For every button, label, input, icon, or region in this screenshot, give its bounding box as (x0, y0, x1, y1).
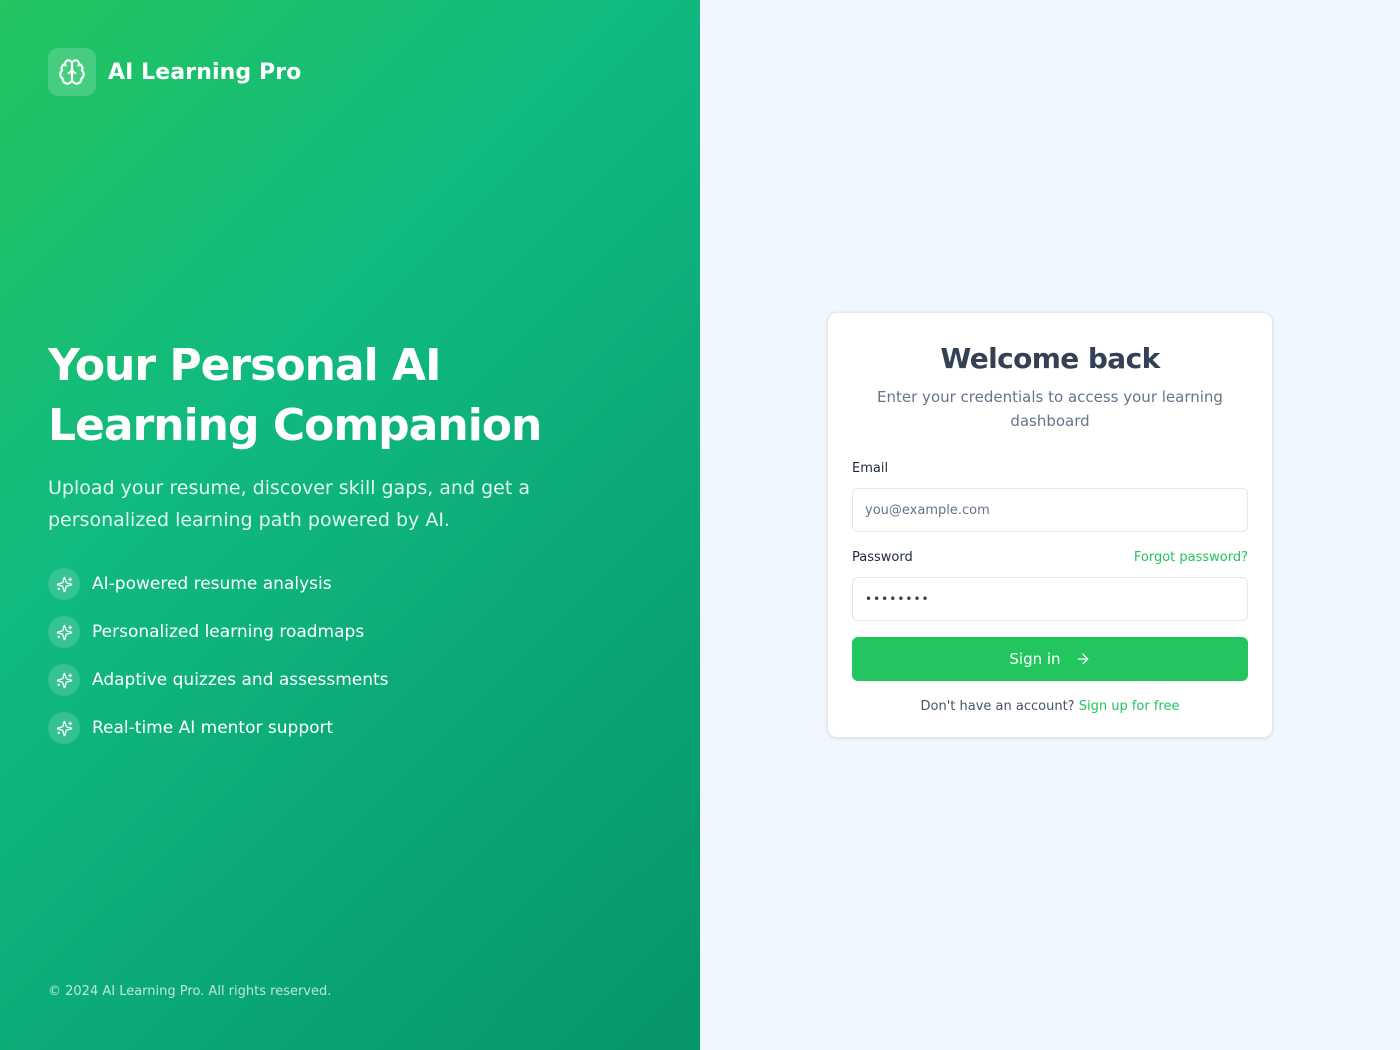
forgot-password-link[interactable]: Forgot password? (1134, 550, 1248, 565)
brand: AI Learning Pro (48, 48, 652, 96)
hero-title-line2: Learning Companion (48, 400, 542, 451)
email-label-row: Email (852, 461, 1248, 476)
brand-name: AI Learning Pro (108, 59, 302, 85)
feature-label: AI-powered resume analysis (92, 574, 332, 594)
login-title: Welcome back (940, 342, 1160, 375)
sign-in-label: Sign in (1009, 650, 1061, 668)
feature-item: Adaptive quizzes and assessments (48, 662, 389, 698)
brand-logo (48, 48, 96, 96)
feature-icon-badge (48, 616, 80, 648)
feature-icon-badge (48, 664, 80, 696)
feature-label: Real-time AI mentor support (92, 718, 334, 738)
copyright: © 2024 AI Learning Pro. All rights reser… (48, 984, 332, 999)
email-label: Email (852, 461, 889, 476)
password-label-row: Password Forgot password? (852, 550, 1248, 565)
password-input[interactable] (852, 577, 1248, 621)
sparkles-icon (56, 720, 72, 736)
feature-icon-badge (48, 568, 80, 600)
feature-label: Personalized learning roadmaps (92, 622, 365, 642)
email-input[interactable] (852, 488, 1248, 532)
sparkles-icon (56, 672, 72, 688)
feature-item: Personalized learning roadmaps (48, 614, 389, 650)
signup-link[interactable]: Sign up for free (1079, 699, 1180, 714)
hero-title-line1: Your Personal AI (48, 340, 441, 391)
sign-in-button[interactable]: Sign in (852, 637, 1248, 681)
auth-panel: Welcome back Enter your credentials to a… (700, 0, 1400, 1050)
hero-panel: AI Learning Pro Your Personal AI Learnin… (0, 0, 700, 1050)
password-label: Password (852, 550, 913, 565)
feature-list: AI-powered resume analysis Personalized … (48, 566, 389, 758)
hero-subtitle: Upload your resume, discover skill gaps,… (48, 477, 530, 531)
login-card: Welcome back Enter your credentials to a… (827, 312, 1273, 738)
sparkles-icon (56, 624, 72, 640)
signup-row: Don't have an account? Sign up for free (852, 699, 1248, 714)
feature-icon-badge (48, 712, 80, 744)
feature-item: Real-time AI mentor support (48, 710, 389, 746)
feature-item: AI-powered resume analysis (48, 566, 389, 602)
brain-icon (59, 59, 85, 85)
feature-label: Adaptive quizzes and assessments (92, 670, 389, 690)
arrow-right-icon (1077, 653, 1088, 665)
sparkles-icon (56, 576, 72, 592)
login-subtitle: Enter your credentials to access your le… (877, 388, 1223, 430)
hero-title: Your Personal AI Learning Companion (48, 336, 648, 456)
signup-prompt: Don't have an account? (920, 699, 1075, 714)
